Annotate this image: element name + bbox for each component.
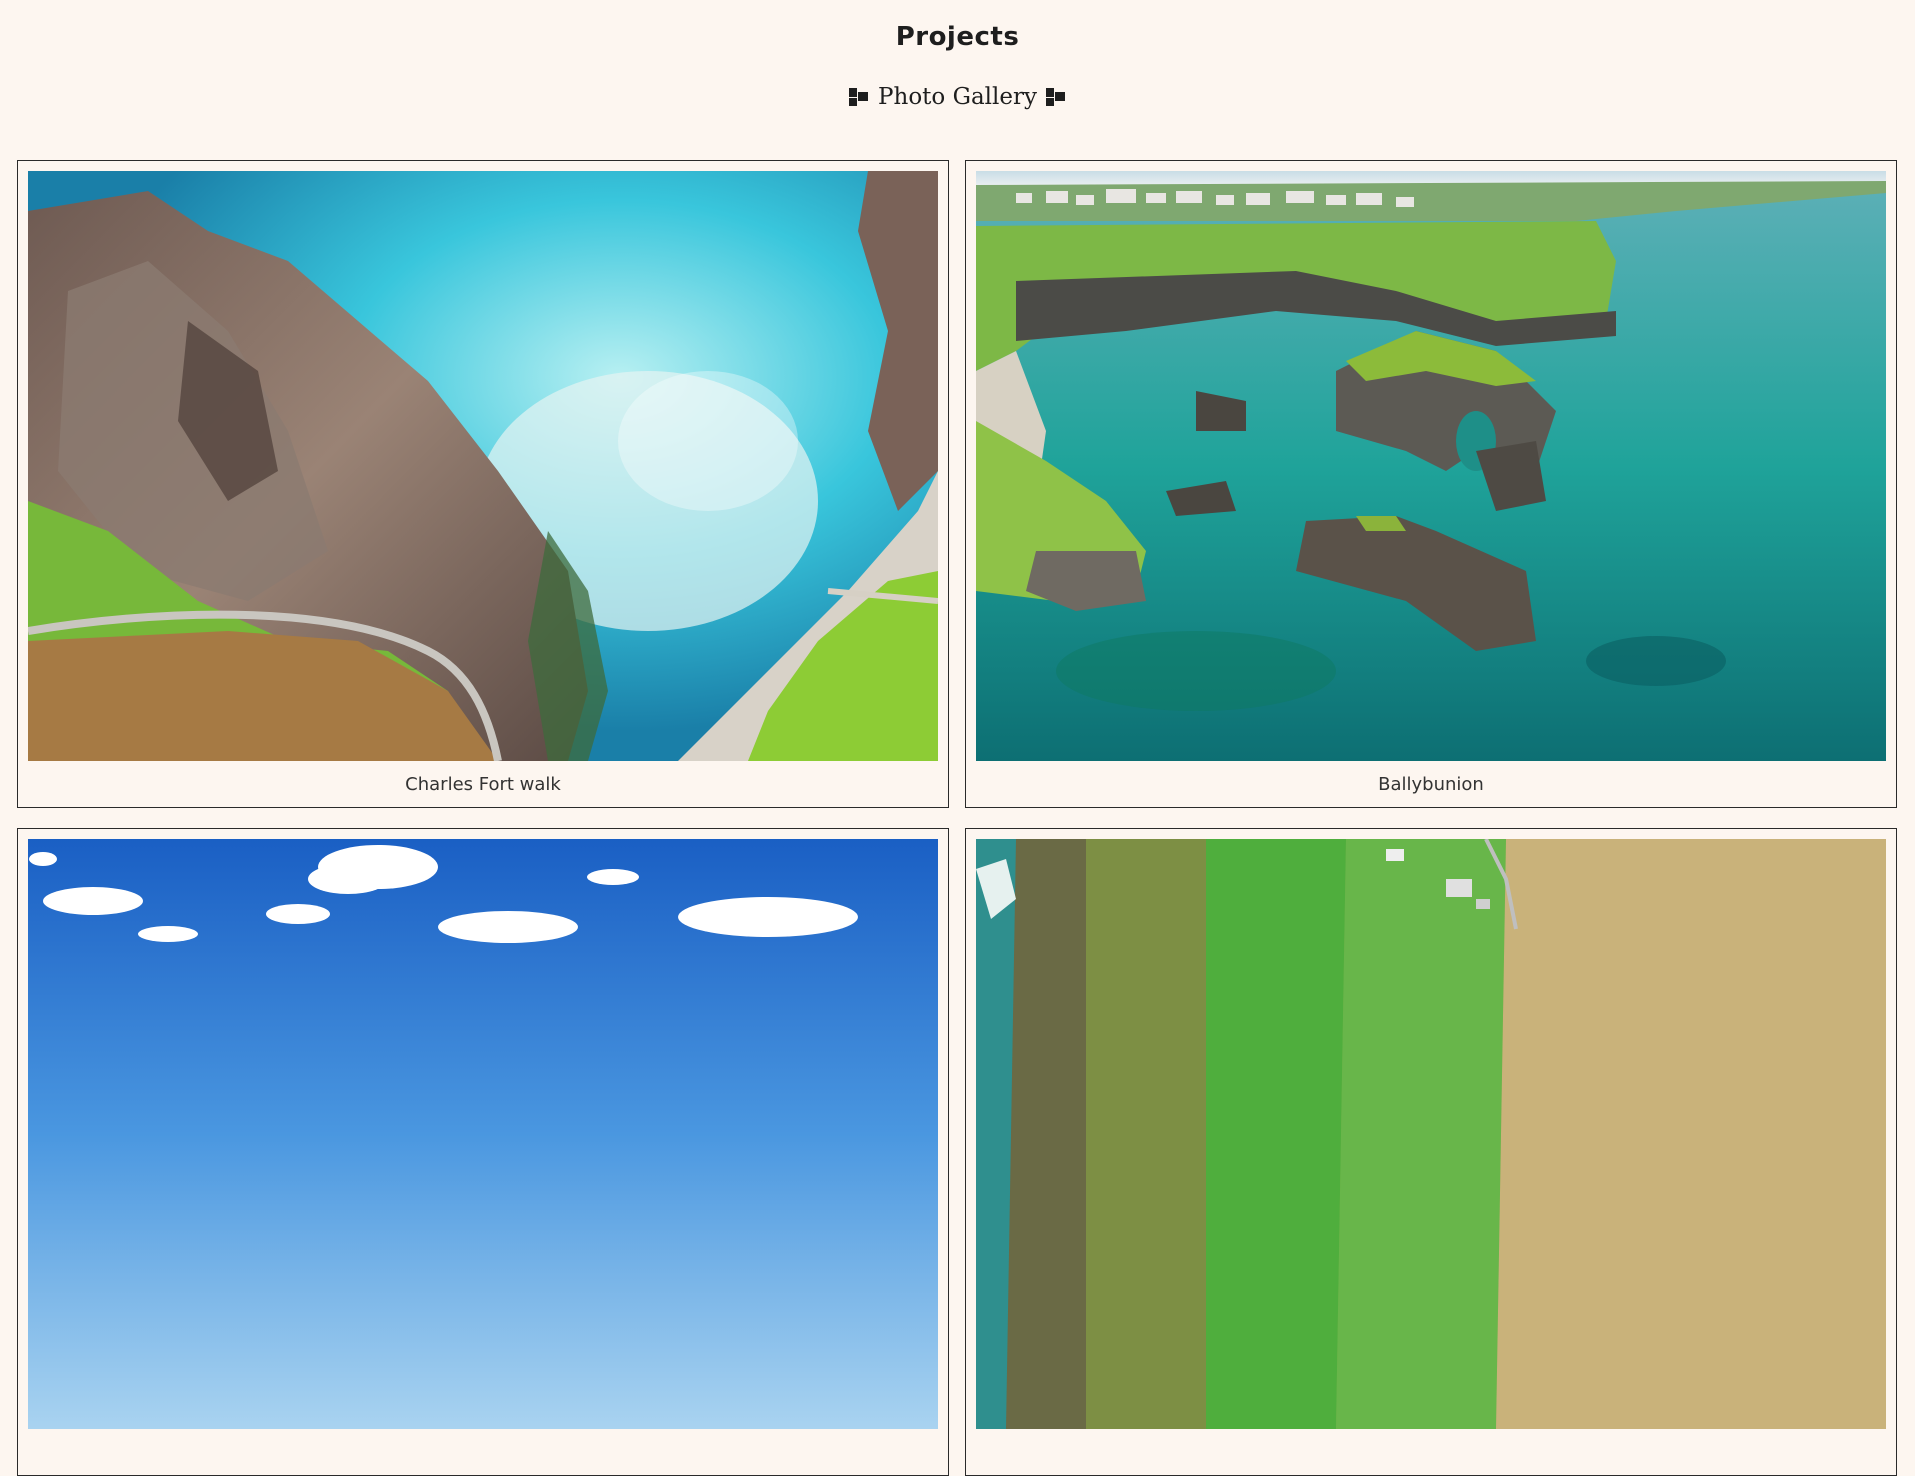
gallery-card[interactable]: Ballybunion: [965, 160, 1897, 808]
aerial-farmland-coast-photo[interactable]: [976, 839, 1886, 1429]
aerial-coastal-cliffs-photo[interactable]: [28, 171, 938, 761]
gallery-heading: Photo Gallery: [0, 84, 1915, 110]
sea-stacks-bay-photo[interactable]: [976, 171, 1886, 761]
gallery-caption: Ballybunion: [1378, 774, 1484, 795]
gallery-caption: Charles Fort walk: [405, 774, 561, 795]
gallery-caption: [976, 1429, 1886, 1476]
gallery-card[interactable]: [17, 828, 949, 1476]
page-title: Projects: [895, 22, 1020, 52]
blocks-icon: [848, 87, 870, 107]
photo-gallery: Charles Fort walk Ballybunion: [17, 160, 1897, 1476]
blocks-icon: [1045, 87, 1067, 107]
gallery-heading-label: Photo Gallery: [878, 84, 1037, 110]
gallery-card[interactable]: [965, 828, 1897, 1476]
gallery-card[interactable]: Charles Fort walk: [17, 160, 949, 808]
gallery-caption: [28, 1429, 938, 1476]
blue-sky-clouds-photo[interactable]: [28, 839, 938, 1429]
